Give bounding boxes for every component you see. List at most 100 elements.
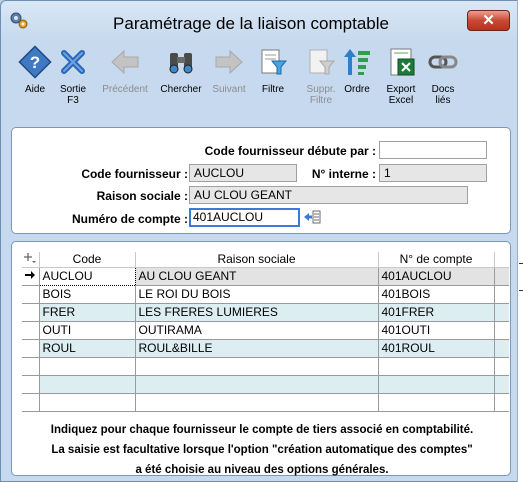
previous-button[interactable]: Précédent xyxy=(99,45,151,95)
cell-account-number[interactable] xyxy=(378,357,495,376)
title-bar[interactable]: Paramétrage de la liaison comptable ✕ xyxy=(1,1,517,41)
main-window: Paramétrage de la liaison comptable ✕ ? … xyxy=(0,0,523,482)
table-row[interactable]: BOIS LE ROI DU BOIS 401BOIS xyxy=(22,285,509,304)
account-lookup-icon[interactable] xyxy=(303,209,321,225)
column-header-spacer xyxy=(494,252,509,268)
background-window-edge xyxy=(517,0,523,482)
column-options-icon xyxy=(24,253,37,263)
row-selector[interactable] xyxy=(22,285,40,304)
toolbar-label-search: Chercher xyxy=(160,84,202,95)
filter-button[interactable]: Filtre xyxy=(247,45,299,95)
table-row[interactable]: OUTI OUTIRAMA 401OUTI xyxy=(22,321,509,340)
table-row[interactable]: FRER LES FRERES LUMIERES 401FRER xyxy=(22,303,509,322)
cell-account-number[interactable] xyxy=(378,375,495,394)
row-spacer xyxy=(494,267,509,286)
supplier-code-label: Code fournisseur : xyxy=(81,167,188,181)
cell-code[interactable] xyxy=(39,375,136,394)
company-name-label: Raison sociale : xyxy=(96,189,188,203)
row-spacer xyxy=(494,375,509,394)
suppliers-table: Code Raison sociale N° de compte AUCLOU A… xyxy=(22,252,509,412)
cell-company-name[interactable] xyxy=(135,357,379,376)
table-header-row: Code Raison sociale N° de compte xyxy=(22,252,509,268)
toolbar-label-exit: Sortie F3 xyxy=(59,84,87,106)
cell-code[interactable]: AUCLOU xyxy=(38,267,136,286)
cell-company-name[interactable]: OUTIRAMA xyxy=(135,321,379,340)
row-spacer xyxy=(494,339,509,358)
cell-account-number[interactable] xyxy=(378,393,495,412)
svg-text:?: ? xyxy=(30,53,40,72)
cell-code[interactable]: ROUL xyxy=(39,339,136,358)
toolbar-label-previous: Précédent xyxy=(102,84,148,95)
starts-with-input[interactable] xyxy=(379,141,487,159)
column-header-account-number[interactable]: N° de compte xyxy=(378,252,495,268)
row-selector[interactable] xyxy=(22,393,40,412)
row-selector[interactable] xyxy=(22,303,40,322)
cell-company-name[interactable]: LES FRERES LUMIERES xyxy=(135,303,379,322)
row-spacer xyxy=(494,321,509,340)
row-spacer xyxy=(494,303,509,322)
cell-code[interactable]: FRER xyxy=(39,303,136,322)
company-name-field: AU CLOU GEANT xyxy=(189,186,468,204)
sort-icon xyxy=(344,49,370,75)
column-chooser[interactable] xyxy=(22,252,40,268)
row-selector[interactable] xyxy=(22,357,40,376)
filter-icon xyxy=(261,49,288,75)
table-row[interactable] xyxy=(22,393,509,412)
cell-company-name[interactable] xyxy=(135,393,379,412)
window-title: Paramétrage de la liaison comptable xyxy=(113,14,389,33)
cell-account-number[interactable]: 401AUCLOU xyxy=(378,267,495,286)
row-selector[interactable] xyxy=(22,321,40,340)
cell-code[interactable] xyxy=(39,357,136,376)
cell-company-name[interactable] xyxy=(135,375,379,394)
row-spacer xyxy=(494,393,509,412)
cell-company-name[interactable]: ROUL&BILLE xyxy=(135,339,379,358)
cell-account-number[interactable]: 401FRER xyxy=(378,303,495,322)
excel-icon xyxy=(390,48,415,76)
table-row[interactable]: AUCLOU AU CLOU GEANT 401AUCLOU xyxy=(22,267,509,286)
cell-code[interactable]: BOIS xyxy=(39,285,136,304)
cell-code[interactable] xyxy=(39,393,136,412)
toolbar: ? Aide Sortie F3 Précédent Chercher Suiv… xyxy=(9,41,509,111)
toolbar-label-filter: Filtre xyxy=(261,84,285,95)
cell-account-number[interactable]: 401ROUL xyxy=(378,339,495,358)
row-selector[interactable] xyxy=(22,375,40,394)
binoculars-icon xyxy=(169,53,193,74)
starts-with-label: Code fournisseur débute par : xyxy=(204,144,376,158)
linked-docs-icon xyxy=(428,55,458,69)
row-spacer xyxy=(494,357,509,376)
toolbar-label-linked-docs: Docs liés xyxy=(431,84,455,106)
search-button[interactable]: Chercher xyxy=(155,45,207,95)
footnote-line-3: a été choisie au niveau des options géné… xyxy=(135,464,389,476)
account-number-label: Numéro de compte : xyxy=(71,212,188,226)
arrow-left-icon xyxy=(111,49,139,75)
table-row[interactable] xyxy=(22,357,509,376)
column-header-code[interactable]: Code xyxy=(39,252,136,268)
cell-account-number[interactable]: 401OUTI xyxy=(378,321,495,340)
footnote-line-1: Indiquez pour chaque fournisseur le comp… xyxy=(50,424,474,436)
cell-company-name[interactable]: LE ROI DU BOIS xyxy=(135,285,379,304)
table-row[interactable] xyxy=(22,375,509,394)
linked-docs-button[interactable]: Docs liés xyxy=(417,45,469,106)
row-spacer xyxy=(494,285,509,304)
table-row[interactable]: ROUL ROUL&BILLE 401ROUL xyxy=(22,339,509,358)
suppliers-grid-panel: Code Raison sociale N° de compte AUCLOU A… xyxy=(11,241,511,476)
row-selector[interactable] xyxy=(22,267,40,286)
internal-no-label: N° interne : xyxy=(311,167,376,181)
current-row-arrow-icon xyxy=(25,271,36,279)
exit-icon xyxy=(61,50,85,74)
cell-code[interactable]: OUTI xyxy=(39,321,136,340)
supplier-code-field: AUCLOU xyxy=(189,164,297,182)
row-selector[interactable] xyxy=(22,339,40,358)
exit-button[interactable]: Sortie F3 xyxy=(47,45,99,106)
column-header-company-name[interactable]: Raison sociale xyxy=(135,252,379,268)
filter-form-panel: Code fournisseur débute par : Code fourn… xyxy=(11,127,511,234)
footnote-line-2: La saisie est facultative lorsque l'opti… xyxy=(51,444,473,456)
close-button[interactable]: ✕ xyxy=(467,10,510,31)
cell-company-name[interactable]: AU CLOU GEANT xyxy=(135,267,379,286)
internal-no-field: 1 xyxy=(379,164,487,182)
help-footnote: Indiquez pour chaque fournisseur le comp… xyxy=(12,420,512,480)
toolbar-label-export-excel: Export Excel xyxy=(386,84,416,106)
arrow-right-icon xyxy=(215,49,243,75)
account-number-input[interactable]: 401AUCLOU xyxy=(189,208,300,227)
cell-account-number[interactable]: 401BOIS xyxy=(378,285,495,304)
